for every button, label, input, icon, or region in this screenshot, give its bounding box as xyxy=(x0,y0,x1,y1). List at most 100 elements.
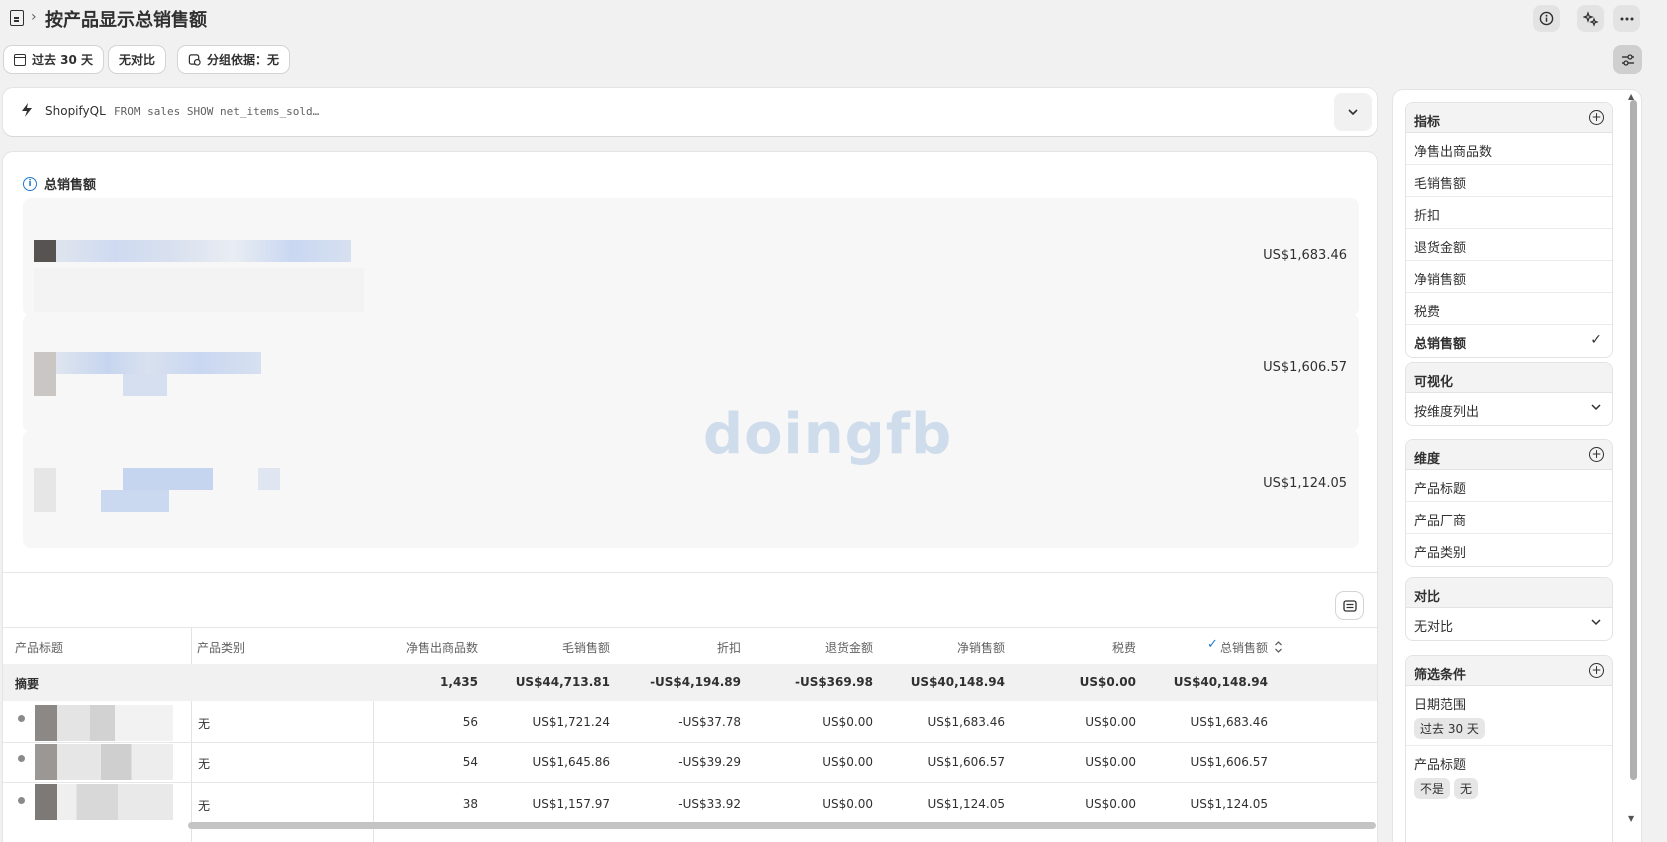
metric-item[interactable]: 净售出商品数 xyxy=(1406,133,1612,165)
column-separator xyxy=(373,701,374,842)
col-header-gross-sales[interactable]: 毛销售额 xyxy=(508,639,610,656)
metric-info-icon[interactable]: i xyxy=(23,176,37,191)
summary-cell: US$40,148.94 xyxy=(910,675,1005,689)
product-thumbnail xyxy=(34,468,56,512)
visualization-section: 可视化 按维度列出 xyxy=(1405,362,1613,426)
metric-label: 退货金额 xyxy=(1414,241,1467,256)
comparison-header: 对比 xyxy=(1406,578,1612,608)
comparison-button[interactable]: 无对比 xyxy=(109,46,166,73)
more-actions-button[interactable] xyxy=(1613,5,1640,32)
dimension-item[interactable]: 产品厂商 xyxy=(1406,502,1612,534)
sparkle-icon xyxy=(1582,10,1599,27)
product-filter-item[interactable]: 产品标题 不是无 xyxy=(1406,746,1612,806)
blurred-product-title xyxy=(35,705,173,741)
table-cell: US$1,606.57 xyxy=(927,755,1005,769)
metric-item[interactable]: 退货金额 xyxy=(1406,229,1612,261)
bar-value: US$1,606.57 xyxy=(1263,360,1347,375)
horizontal-scrollbar[interactable] xyxy=(188,822,1376,829)
sidebar-scrollbar[interactable] xyxy=(1630,100,1637,780)
col-header-total-sales[interactable]: 总销售额 xyxy=(1168,639,1268,656)
metric-item[interactable]: 税费 xyxy=(1406,293,1612,325)
date-filter-label: 日期范围 xyxy=(1414,698,1467,713)
col-header-returns[interactable]: 退货金额 xyxy=(773,639,873,656)
dimension-label: 产品标题 xyxy=(1414,482,1467,497)
col-header-product-type[interactable]: 产品类别 xyxy=(197,639,245,656)
summary-cell: US$44,713.81 xyxy=(515,675,610,689)
comparison-section: 对比 无对比 xyxy=(1405,577,1613,641)
col-header-net-sales[interactable]: 净销售额 xyxy=(905,639,1005,656)
date-filter-item[interactable]: 日期范围 过去 30 天 xyxy=(1406,686,1612,746)
bar-value: US$1,124.05 xyxy=(1263,476,1347,491)
add-filter-icon[interactable]: + xyxy=(1589,663,1604,678)
comparison-value: 无对比 xyxy=(1414,620,1454,635)
table-view-button[interactable] xyxy=(1336,592,1363,619)
dimension-item[interactable]: 产品标题 xyxy=(1406,470,1612,502)
col-header-net-items[interactable]: 净售出商品数 xyxy=(378,639,478,656)
visualization-select[interactable]: 按维度列出 xyxy=(1406,393,1612,425)
date-range-button[interactable]: 过去 30 天 xyxy=(4,46,104,73)
group-by-button[interactable]: 分组依据：无 xyxy=(178,46,290,73)
table-cell: US$0.00 xyxy=(822,715,873,729)
table-cell: 54 xyxy=(462,755,478,769)
lightning-icon xyxy=(20,102,34,122)
row-divider xyxy=(3,782,1377,783)
summary-cell: -US$4,194.89 xyxy=(650,675,741,689)
chart-bar-row[interactable]: US$1,124.05 xyxy=(23,430,1359,548)
metrics-header: 指标 + xyxy=(1406,103,1612,133)
cell-product-type: 无 xyxy=(198,799,211,813)
metric-label: 税费 xyxy=(1414,305,1441,320)
table-top-border xyxy=(3,627,1377,628)
summary-label: 摘要 xyxy=(15,677,40,691)
group-icon xyxy=(188,54,201,66)
sort-icon[interactable] xyxy=(1274,640,1283,654)
blurred-product-name xyxy=(56,240,351,262)
report-icon[interactable] xyxy=(10,10,24,26)
customize-button[interactable] xyxy=(1613,45,1642,74)
col-header-taxes[interactable]: 税费 xyxy=(1036,639,1136,656)
row-bullet xyxy=(18,715,25,722)
product-thumbnail xyxy=(34,240,56,262)
metric-item[interactable]: 毛销售额 xyxy=(1406,165,1612,197)
metric-item-selected[interactable]: 总销售额 ✓ xyxy=(1406,325,1612,357)
blurred-product-name xyxy=(123,468,213,490)
comparison-select[interactable]: 无对比 xyxy=(1406,608,1612,640)
chart-bar-row[interactable]: US$1,606.57 xyxy=(23,314,1359,432)
metric-label: 毛销售额 xyxy=(1414,177,1467,192)
dimension-item[interactable]: 产品类别 xyxy=(1406,534,1612,566)
col-header-product-title[interactable]: 产品标题 xyxy=(15,639,63,656)
row-divider xyxy=(3,742,1377,743)
top-bar: › 按产品显示总销售额 xyxy=(0,0,1667,42)
calendar-icon xyxy=(14,53,26,66)
visualization-value: 按维度列出 xyxy=(1414,405,1480,420)
scroll-down-icon[interactable]: ▼ xyxy=(1628,814,1634,823)
col-header-discounts[interactable]: 折扣 xyxy=(641,639,741,656)
metric-label: 总销售额 xyxy=(1414,337,1467,352)
summary-cell: US$40,148.94 xyxy=(1173,675,1268,689)
blurred-product-title xyxy=(35,784,173,820)
query-code[interactable]: FROM sales SHOW net_items_sold… xyxy=(114,105,319,118)
shopifyql-label: ShopifyQL xyxy=(45,104,106,118)
product-filter-label: 产品标题 xyxy=(1414,758,1467,773)
summary-cell: 1,435 xyxy=(440,675,478,689)
table-cell: -US$37.78 xyxy=(678,715,741,729)
filters-header: 筛选条件 + xyxy=(1406,656,1612,686)
sparkle-button[interactable] xyxy=(1577,5,1604,32)
summary-cell: US$0.00 xyxy=(1079,675,1136,689)
metric-item[interactable]: 折扣 xyxy=(1406,197,1612,229)
dimension-label: 产品厂商 xyxy=(1414,514,1467,529)
shopifyql-editor[interactable]: ShopifyQL FROM sales SHOW net_items_sold… xyxy=(3,88,1377,136)
add-dimension-icon[interactable]: + xyxy=(1589,447,1604,462)
expand-query-button[interactable] xyxy=(1334,93,1372,131)
column-separator xyxy=(191,628,192,842)
metrics-section: 指标 + 净售出商品数 毛销售额 折扣 退货金额 净销售额 税费 总销售额 ✓ xyxy=(1405,102,1613,358)
info-button[interactable] xyxy=(1533,5,1560,32)
chart-bar-row[interactable]: US$1,683.46 xyxy=(23,198,1359,316)
chevron-down-icon xyxy=(1591,619,1601,626)
info-icon xyxy=(1539,11,1554,26)
table-cell: US$1,124.05 xyxy=(927,797,1005,811)
breadcrumb-separator: › xyxy=(31,9,37,25)
dimensions-header: 维度 + xyxy=(1406,440,1612,470)
table-cell: US$0.00 xyxy=(822,797,873,811)
metric-item[interactable]: 净销售额 xyxy=(1406,261,1612,293)
add-metric-icon[interactable]: + xyxy=(1589,110,1604,125)
